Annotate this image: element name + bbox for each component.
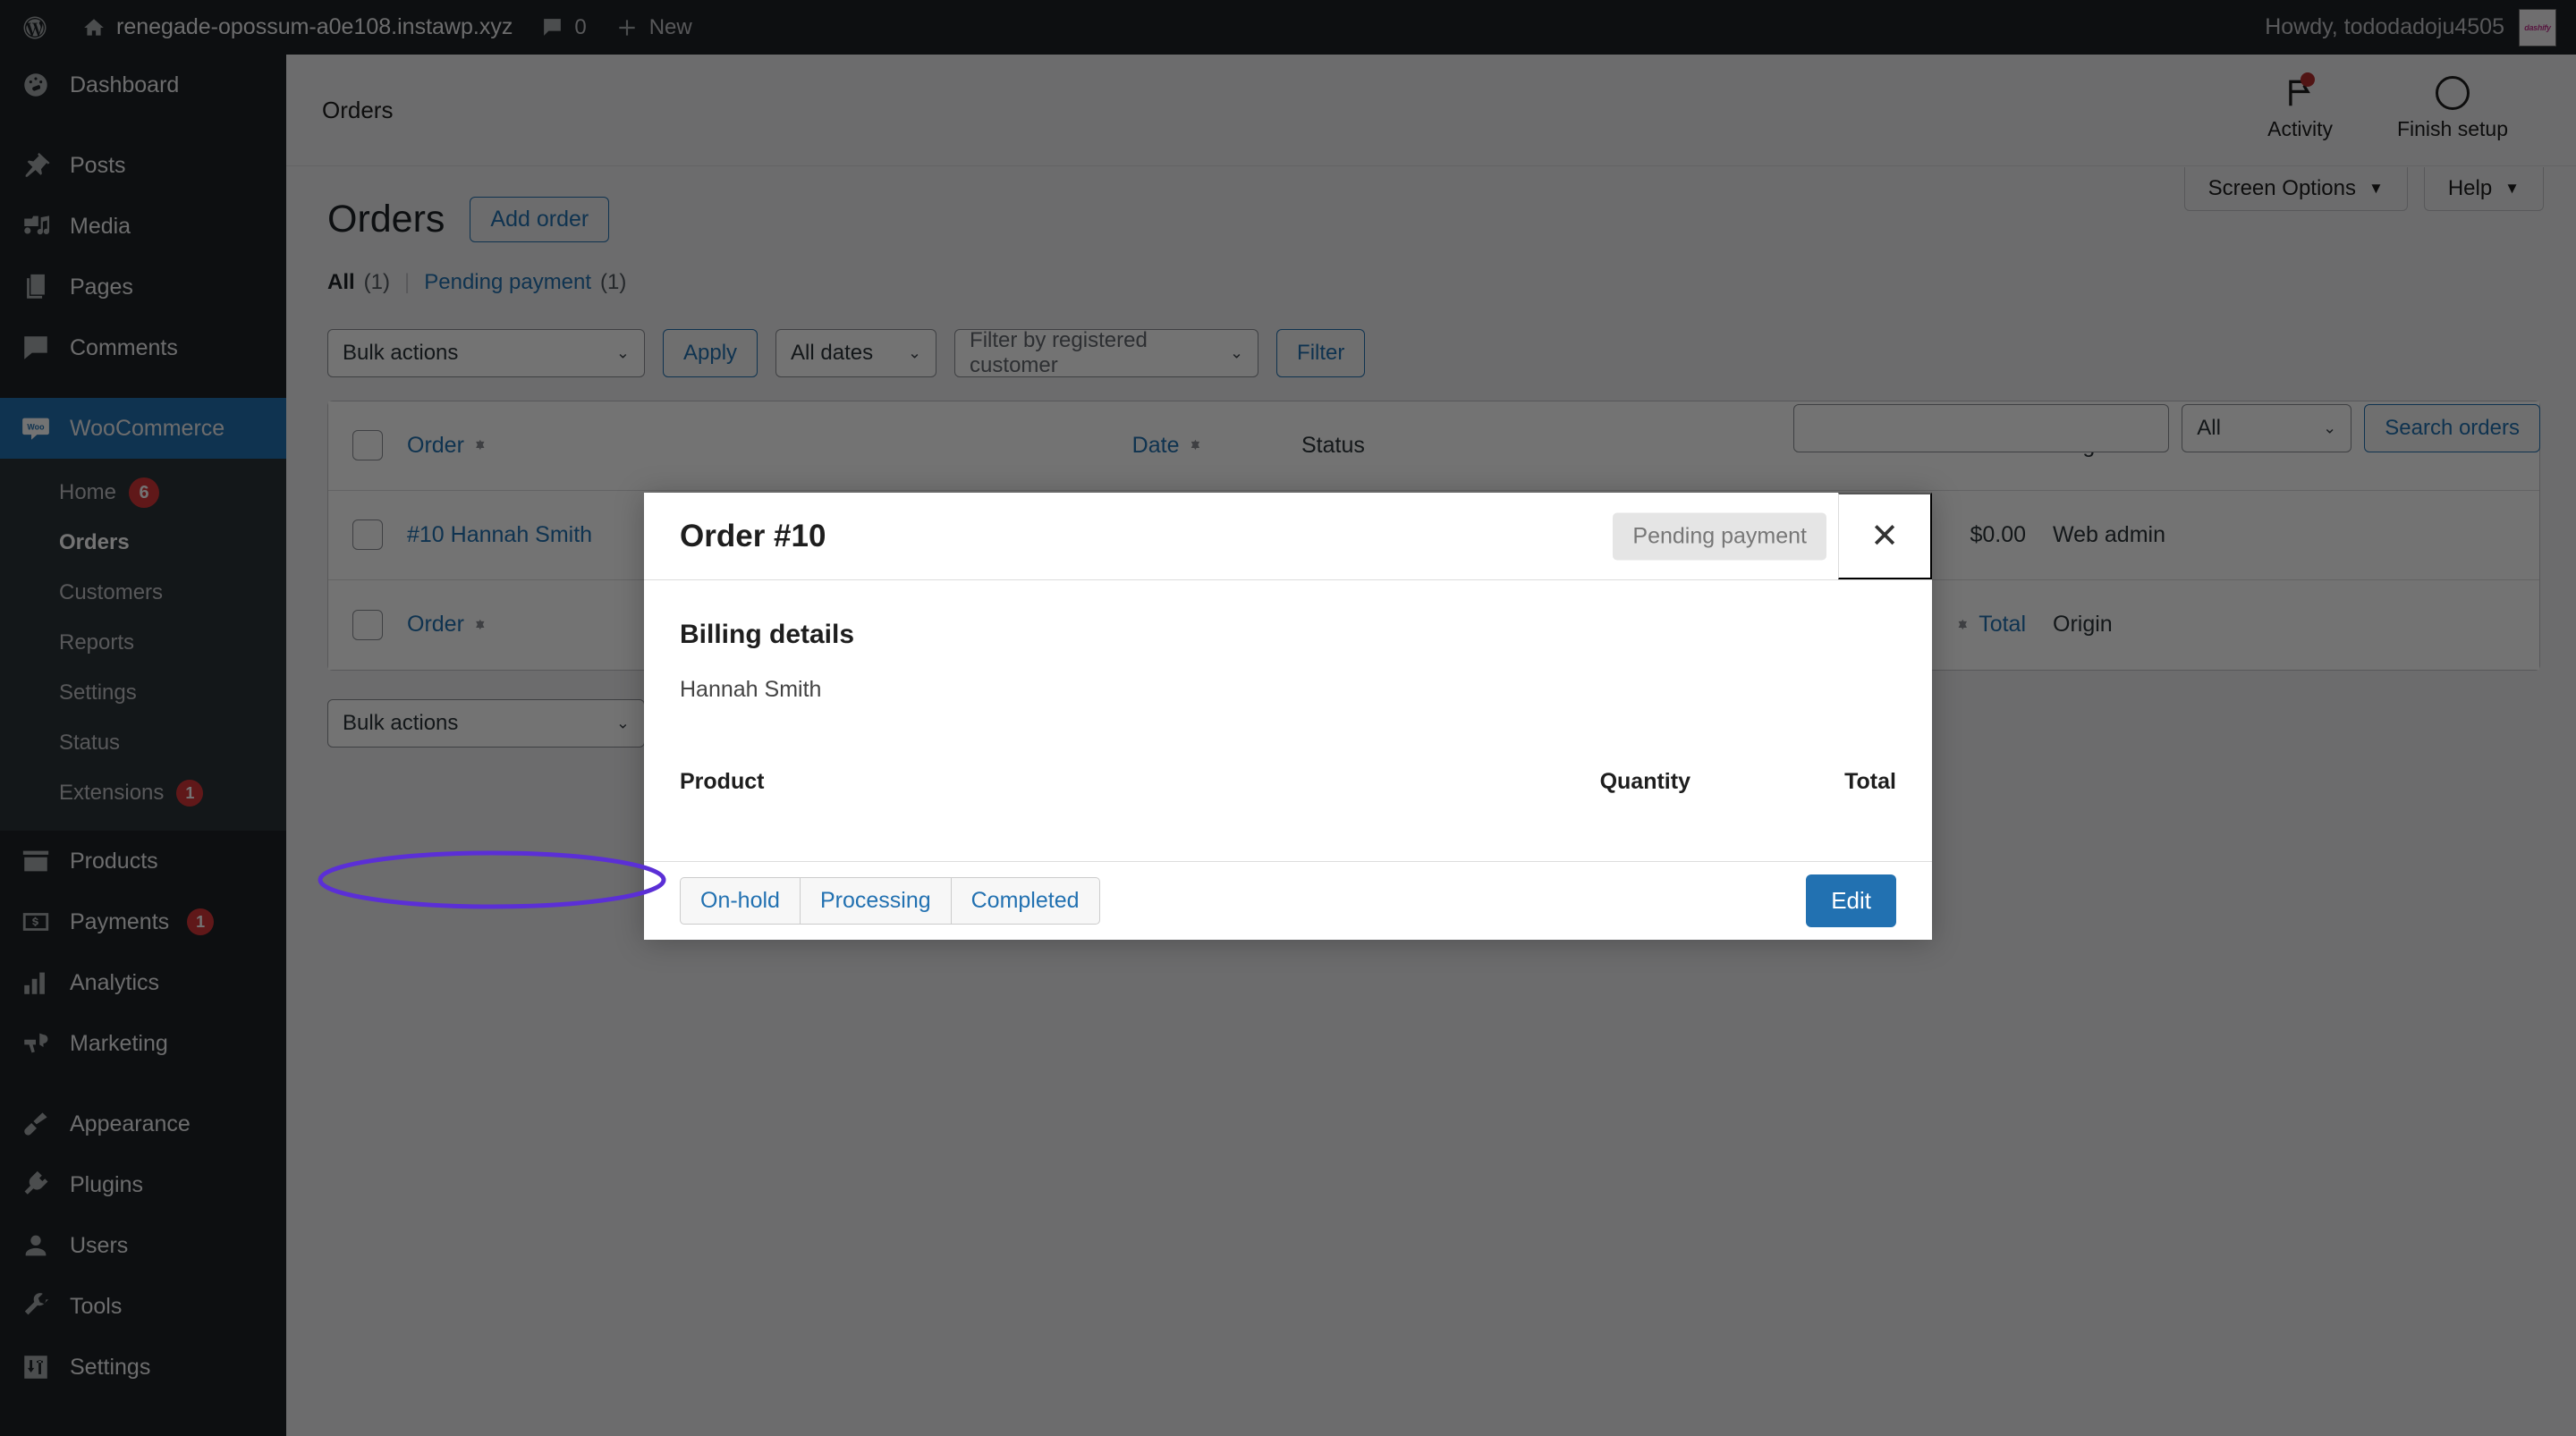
edit-button[interactable]: Edit bbox=[1806, 874, 1896, 927]
modal-header: Order #10 Pending payment ✕ bbox=[644, 493, 1932, 580]
modal-body: Billing details Hannah Smith Product Qua… bbox=[644, 580, 1932, 861]
processing-button[interactable]: Processing bbox=[800, 877, 952, 925]
modal-title: Order #10 bbox=[644, 519, 826, 554]
product-table-header: Product Quantity Total bbox=[680, 769, 1896, 795]
product-column-label: Product bbox=[680, 769, 1404, 795]
close-icon[interactable]: ✕ bbox=[1838, 493, 1932, 579]
on-hold-button[interactable]: On-hold bbox=[680, 877, 801, 925]
status-badge: Pending payment bbox=[1613, 512, 1826, 560]
order-preview-modal: Order #10 Pending payment ✕ Billing deta… bbox=[644, 493, 1932, 940]
total-column-label: Total bbox=[1690, 769, 1896, 795]
modal-footer: On-hold Processing Completed Edit bbox=[644, 861, 1932, 940]
billing-customer-name: Hannah Smith bbox=[680, 677, 1896, 703]
completed-button[interactable]: Completed bbox=[951, 877, 1100, 925]
quantity-column-label: Quantity bbox=[1404, 769, 1690, 795]
billing-details-title: Billing details bbox=[680, 620, 1896, 650]
status-action-group: On-hold Processing Completed bbox=[680, 877, 1100, 925]
